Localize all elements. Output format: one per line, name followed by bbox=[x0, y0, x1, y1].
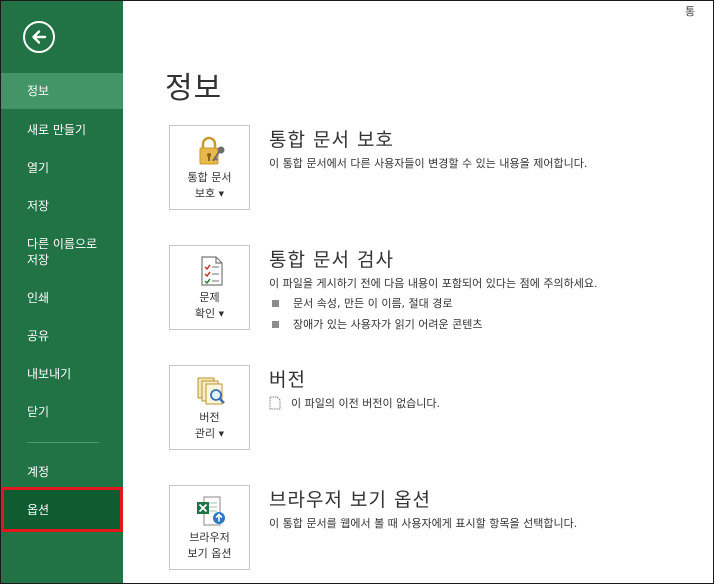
dropdown-caret-icon: ▼ bbox=[218, 190, 225, 198]
window-title-fragment: 통 bbox=[685, 5, 696, 18]
document-icon bbox=[269, 396, 281, 410]
bullet-text: 이 파일의 이전 버전이 없습니다. bbox=[291, 397, 441, 410]
sidebar-item-label: 다른 이름으로 저장 bbox=[27, 237, 98, 267]
sidebar-item-info[interactable]: 정보 bbox=[1, 73, 123, 109]
protect-workbook-label: 통합 문서 보호 ▼ bbox=[170, 170, 249, 202]
protect-workbook-title: 통합 문서 보호 bbox=[269, 129, 394, 151]
sidebar-item-label: 옵션 bbox=[27, 502, 50, 517]
excel-web-icon bbox=[197, 496, 225, 526]
bullet-square-icon bbox=[272, 299, 279, 307]
backstage-sidebar: 정보 새로 만들기 열기 저장 다른 이름으로 저장 인쇄 공유 내보내기 닫기… bbox=[1, 1, 123, 583]
protect-workbook-description: 이 통합 문서에서 다른 사용자들이 변경할 수 있는 내용을 제어합니다. bbox=[269, 157, 588, 170]
inspect-workbook-description: 이 파일을 게시하기 전에 다음 내용이 포함되어 있다는 점에 주의하세요. bbox=[269, 277, 598, 290]
bullet-text: 문서 속성, 만든 이 이름, 절대 경로 bbox=[293, 297, 453, 310]
backstage-window: 정보 새로 만들기 열기 저장 다른 이름으로 저장 인쇄 공유 내보내기 닫기… bbox=[0, 0, 714, 584]
list-item: 이 파일의 이전 버전이 없습니다. bbox=[269, 395, 440, 411]
browser-view-title: 브라우저 보기 옵션 bbox=[269, 489, 431, 511]
bullet-text: 장애가 있는 사용자가 읽기 어려운 콘텐츠 bbox=[293, 318, 483, 331]
sidebar-item-label: 열기 bbox=[27, 161, 50, 175]
sidebar-item-label: 내보내기 bbox=[27, 367, 72, 381]
bullet-square-icon bbox=[272, 320, 279, 328]
check-issues-label: 문제 확인 ▼ bbox=[170, 290, 249, 322]
protect-workbook-button[interactable]: 통합 문서 보호 ▼ bbox=[169, 125, 250, 210]
sidebar-item-open[interactable]: 열기 bbox=[1, 151, 123, 185]
sidebar-item-label: 저장 bbox=[27, 199, 50, 213]
list-item: 장애가 있는 사용자가 읽기 어려운 콘텐츠 bbox=[269, 316, 483, 332]
browser-view-options-label: 브라우저 보기 옵션 bbox=[170, 530, 249, 562]
sidebar-item-label: 인쇄 bbox=[27, 291, 50, 305]
tile-label-text: 문제 확인 bbox=[194, 291, 220, 320]
sidebar-item-account[interactable]: 계정 bbox=[1, 455, 123, 489]
sidebar-item-label: 닫기 bbox=[27, 405, 50, 419]
dropdown-caret-icon: ▼ bbox=[218, 430, 225, 438]
version-search-icon bbox=[197, 377, 225, 405]
sidebar-item-share[interactable]: 공유 bbox=[1, 319, 123, 353]
inspect-workbook-title: 통합 문서 검사 bbox=[269, 249, 394, 271]
sidebar-item-label: 공유 bbox=[27, 329, 50, 343]
back-button[interactable] bbox=[23, 21, 55, 53]
manage-versions-label: 버전 관리 ▼ bbox=[170, 410, 249, 442]
sidebar-item-save[interactable]: 저장 bbox=[1, 189, 123, 223]
sidebar-item-label: 새로 만들기 bbox=[27, 123, 87, 137]
sidebar-item-label: 계정 bbox=[27, 465, 50, 479]
page-title: 정보 bbox=[165, 71, 223, 106]
browser-view-options-button[interactable]: 브라우저 보기 옵션 bbox=[169, 485, 250, 570]
checklist-icon bbox=[201, 256, 223, 286]
sidebar-item-export[interactable]: 내보내기 bbox=[1, 357, 123, 391]
back-arrow-icon bbox=[32, 30, 47, 44]
tile-label-text: 버전 관리 bbox=[194, 411, 220, 440]
check-issues-button[interactable]: 문제 확인 ▼ bbox=[169, 245, 250, 330]
sidebar-divider bbox=[27, 442, 99, 443]
dropdown-caret-icon: ▼ bbox=[218, 310, 225, 318]
sidebar-item-save-as[interactable]: 다른 이름으로 저장 bbox=[1, 229, 123, 275]
tile-label-text: 브라우저 보기 옵션 bbox=[187, 531, 232, 560]
sidebar-item-close[interactable]: 닫기 bbox=[1, 395, 123, 429]
list-item: 문서 속성, 만든 이 이름, 절대 경로 bbox=[269, 295, 453, 311]
lock-key-icon bbox=[199, 136, 225, 165]
manage-versions-button[interactable]: 버전 관리 ▼ bbox=[169, 365, 250, 450]
sidebar-item-label: 정보 bbox=[27, 84, 50, 98]
sidebar-item-print[interactable]: 인쇄 bbox=[1, 281, 123, 315]
browser-view-description: 이 통합 문서를 웹에서 볼 때 사용자에게 표시할 항목을 선택합니다. bbox=[269, 517, 578, 530]
tile-label-text: 통합 문서 보호 bbox=[187, 171, 232, 200]
sidebar-item-new[interactable]: 새로 만들기 bbox=[1, 113, 123, 147]
sidebar-item-options[interactable]: 옵션 bbox=[1, 487, 123, 532]
versions-title: 버전 bbox=[269, 369, 306, 391]
